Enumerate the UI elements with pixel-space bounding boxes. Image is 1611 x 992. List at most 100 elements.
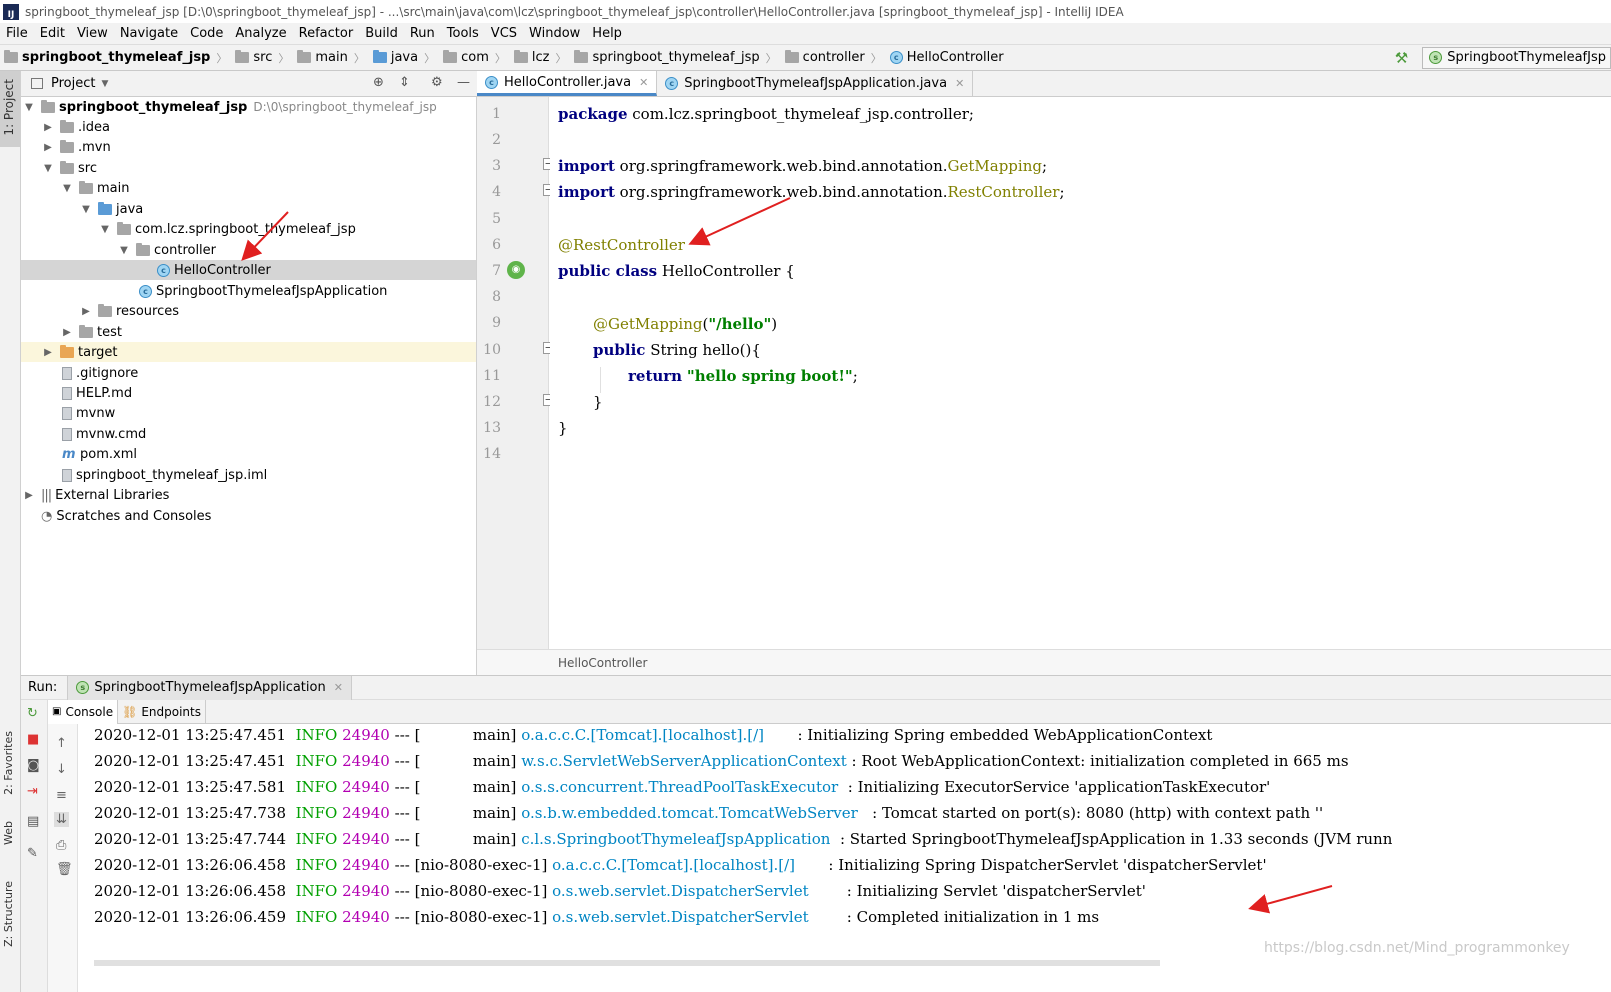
layout-icon[interactable]: ▤ xyxy=(27,814,39,829)
crumb-com[interactable]: com xyxy=(439,50,491,65)
menu-edit[interactable]: Edit xyxy=(34,26,71,41)
tab-endpoints[interactable]: ⛓ Endpoints xyxy=(118,699,206,724)
tree-item-mvnw-cmd[interactable]: mvnw.cmd xyxy=(21,424,476,444)
tree-item-pom[interactable]: m pom.xml xyxy=(21,444,476,464)
tree-item-iml[interactable]: springboot_thymeleaf_jsp.iml xyxy=(21,465,476,485)
tree-item-gitignore[interactable]: .gitignore xyxy=(21,363,476,383)
line-number: 10 xyxy=(483,342,501,358)
tab-console[interactable]: ▣ Console xyxy=(48,699,119,724)
tree-item-help-md[interactable]: HELP.md xyxy=(21,383,476,403)
crumb-package[interactable]: springboot_thymeleaf_jsp xyxy=(570,50,761,65)
spring-bean-gutter-icon[interactable]: ◉ xyxy=(507,261,525,279)
project-view-selector[interactable]: Project xyxy=(51,76,95,91)
collapsed-arrow-icon[interactable]: ▶ xyxy=(42,122,54,133)
exit-icon[interactable]: ⇥ xyxy=(27,784,38,799)
log-separator: --- xyxy=(394,726,410,744)
menu-file[interactable]: File xyxy=(0,26,34,41)
collapsed-arrow-icon[interactable]: ▶ xyxy=(42,347,54,358)
chevron-down-icon[interactable]: ▼ xyxy=(101,79,108,89)
expanded-arrow-icon[interactable]: ▼ xyxy=(80,204,92,215)
tree-item-src[interactable]: ▼ src xyxy=(21,158,476,178)
tool-tab-web[interactable]: Web xyxy=(2,821,15,845)
collapsed-arrow-icon[interactable]: ▶ xyxy=(61,327,73,338)
crumb-src[interactable]: src xyxy=(231,50,274,65)
crumb-controller[interactable]: controller xyxy=(781,50,867,65)
close-icon[interactable]: ✕ xyxy=(955,77,964,90)
pin-icon[interactable]: ✎ xyxy=(27,846,38,861)
trash-icon[interactable]: 🗑 xyxy=(56,862,73,877)
line-number: 14 xyxy=(483,446,501,462)
tree-item-test[interactable]: ▶ test xyxy=(21,322,476,342)
print-icon[interactable]: ⎙ xyxy=(56,838,66,853)
soft-wrap-icon[interactable]: ≡ xyxy=(56,788,67,803)
run-configuration-selector[interactable]: s SpringbootThymeleafJsp xyxy=(1422,46,1611,69)
scroll-to-end-icon[interactable]: ⇊ xyxy=(54,812,69,827)
close-icon[interactable]: ✕ xyxy=(639,76,648,89)
crumb-project[interactable]: springboot_thymeleaf_jsp xyxy=(0,50,212,65)
tree-item-mvn[interactable]: ▶ .mvn xyxy=(21,137,476,157)
collapsed-arrow-icon[interactable]: ▶ xyxy=(80,306,92,317)
tool-tab-structure[interactable]: Z: Structure xyxy=(2,881,15,947)
menu-navigate[interactable]: Navigate xyxy=(114,26,184,41)
tree-item-scratches[interactable]: ◔ Scratches and Consoles xyxy=(21,506,476,526)
tree-item-mvnw[interactable]: mvnw xyxy=(21,403,476,423)
tree-item-application[interactable]: c SpringbootThymeleafJspApplication xyxy=(21,281,476,301)
collapsed-arrow-icon[interactable]: ▶ xyxy=(23,490,35,501)
arrow-up-icon[interactable]: ↑ xyxy=(56,736,67,751)
expanded-arrow-icon[interactable]: ▼ xyxy=(23,102,35,113)
tree-item-external-libraries[interactable]: ▶ ||| External Libraries xyxy=(21,485,476,505)
tree-item-hellocontroller[interactable]: c HelloController xyxy=(21,260,476,280)
expanded-arrow-icon[interactable]: ▼ xyxy=(61,183,73,194)
tool-tab-project[interactable]: 1: Project xyxy=(2,79,16,136)
tab-application[interactable]: c SpringbootThymeleafJspApplication.java ✕ xyxy=(657,71,974,96)
tree-item-controller[interactable]: ▼ controller xyxy=(21,240,476,260)
menu-tools[interactable]: Tools xyxy=(441,26,485,41)
collapsed-arrow-icon[interactable]: ▶ xyxy=(42,142,54,153)
tree-item-target[interactable]: ▶ target xyxy=(21,342,476,362)
log-timestamp: 2020-12-01 13:26:06.458 xyxy=(94,882,287,900)
menu-view[interactable]: View xyxy=(71,26,114,41)
tab-hellocontroller[interactable]: c HelloController.java ✕ xyxy=(477,71,658,96)
package-icon xyxy=(136,242,150,256)
menu-build[interactable]: Build xyxy=(359,26,404,41)
tree-item-package[interactable]: ▼ com.lcz.springboot_thymeleaf_jsp xyxy=(21,219,476,239)
locate-target-icon[interactable]: ⊕ xyxy=(373,75,384,90)
menu-refactor[interactable]: Refactor xyxy=(293,26,360,41)
crumb-hellocontroller[interactable]: c HelloController xyxy=(886,50,1006,65)
tree-item-java[interactable]: ▼ java xyxy=(21,199,476,219)
log-message: : Initializing Servlet 'dispatcherServle… xyxy=(846,882,1146,900)
editor-breadcrumb[interactable]: HelloController xyxy=(477,649,1611,675)
gear-icon[interactable]: ⚙ xyxy=(431,75,443,90)
run-config-tab[interactable]: s SpringbootThymeleafJspApplication ✕ xyxy=(67,675,352,700)
menu-vcs[interactable]: VCS xyxy=(485,26,523,41)
menu-help[interactable]: Help xyxy=(586,26,628,41)
close-icon[interactable]: ✕ xyxy=(334,681,343,694)
tree-item-main[interactable]: ▼ main xyxy=(21,178,476,198)
tree-item-idea[interactable]: ▶ .idea xyxy=(21,117,476,137)
tree-item-resources[interactable]: ▶ resources xyxy=(21,301,476,321)
expanded-arrow-icon[interactable]: ▼ xyxy=(42,163,54,174)
menu-window[interactable]: Window xyxy=(523,26,586,41)
crumb-java[interactable]: java xyxy=(369,50,420,65)
code-line: import org.springframework.web.bind.anno… xyxy=(558,183,1065,201)
rerun-icon[interactable]: ↻ xyxy=(27,706,38,721)
log-level: INFO xyxy=(295,752,338,770)
expanded-arrow-icon[interactable]: ▼ xyxy=(118,245,130,256)
camera-icon[interactable]: ◙ xyxy=(27,758,40,773)
minimize-icon[interactable]: — xyxy=(457,75,470,90)
crumb-lcz[interactable]: lcz xyxy=(510,50,552,65)
tree-item-project-root[interactable]: ▼ springboot_thymeleaf_jsp D:\0\springboot… xyxy=(21,97,476,117)
menu-code[interactable]: Code xyxy=(184,26,229,41)
stop-icon[interactable]: ■ xyxy=(27,732,39,747)
menu-analyze[interactable]: Analyze xyxy=(229,26,292,41)
console-horizontal-scrollbar[interactable] xyxy=(94,960,1160,966)
collapse-all-icon[interactable]: ⇕ xyxy=(399,75,410,90)
menu-run[interactable]: Run xyxy=(404,26,441,41)
code-editor[interactable]: package com.lcz.springboot_thymeleaf_jsp… xyxy=(550,97,1611,649)
build-hammer-icon[interactable]: ⚒ xyxy=(1395,49,1408,67)
arrow-down-icon[interactable]: ↓ xyxy=(56,762,67,777)
crumb-main[interactable]: main xyxy=(293,50,349,65)
tool-tab-favorites[interactable]: 2: Favorites xyxy=(2,731,15,795)
chevron-right-icon: 〉 xyxy=(278,51,290,65)
expanded-arrow-icon[interactable]: ▼ xyxy=(99,224,111,235)
